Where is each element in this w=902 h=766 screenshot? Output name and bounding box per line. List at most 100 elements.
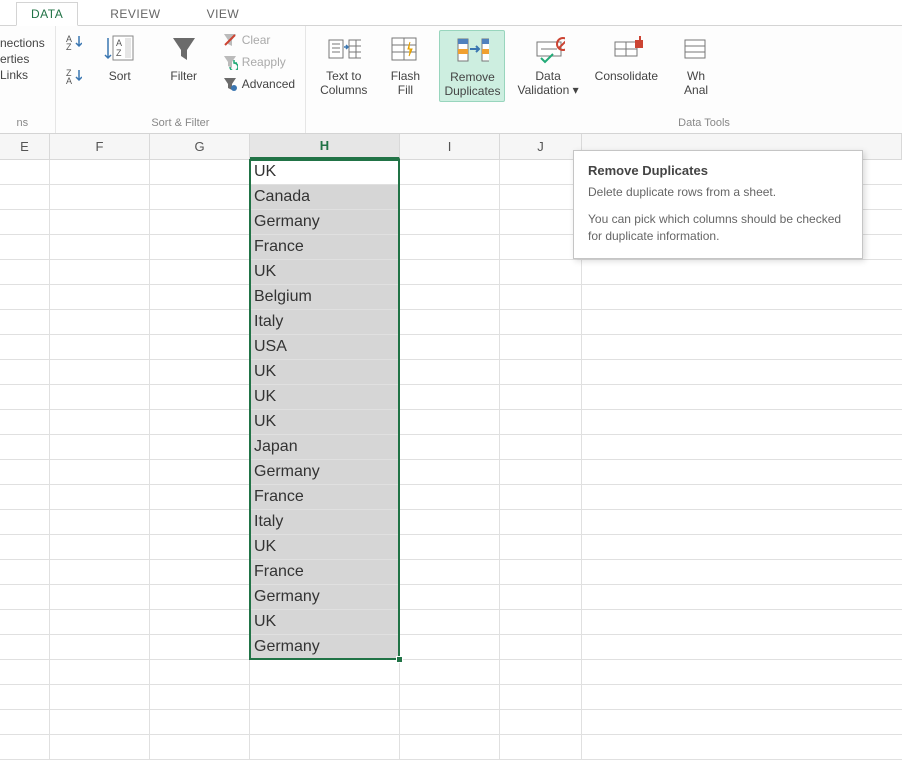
- cell-E-21[interactable]: [0, 660, 50, 685]
- cell-H-15[interactable]: Italy: [250, 510, 400, 535]
- cell-G-12[interactable]: [150, 435, 250, 460]
- cell-F-18[interactable]: [50, 585, 150, 610]
- cell-J-18[interactable]: [500, 585, 582, 610]
- cell-G-13[interactable]: [150, 460, 250, 485]
- cell-J-15[interactable]: [500, 510, 582, 535]
- cell-H-18[interactable]: Germany: [250, 585, 400, 610]
- cell-I-1[interactable]: [400, 160, 500, 185]
- cell-E-13[interactable]: [0, 460, 50, 485]
- cell-E-6[interactable]: [0, 285, 50, 310]
- cell-G-17[interactable]: [150, 560, 250, 585]
- cell-G-6[interactable]: [150, 285, 250, 310]
- cell-J-10[interactable]: [500, 385, 582, 410]
- tab-review[interactable]: REVIEW: [96, 3, 174, 25]
- cell-I-22[interactable]: [400, 685, 500, 710]
- cell-F-21[interactable]: [50, 660, 150, 685]
- edit-links-label[interactable]: Links: [0, 68, 45, 82]
- cell-G-24[interactable]: [150, 735, 250, 760]
- cell-J-20[interactable]: [500, 635, 582, 660]
- column-header-H[interactable]: H: [250, 134, 400, 159]
- cell-E-17[interactable]: [0, 560, 50, 585]
- clear-filter-button[interactable]: Clear: [222, 32, 295, 48]
- cell-F-10[interactable]: [50, 385, 150, 410]
- cell-F-7[interactable]: [50, 310, 150, 335]
- cell-F-17[interactable]: [50, 560, 150, 585]
- cell-E-22[interactable]: [0, 685, 50, 710]
- cell-J-3[interactable]: [500, 210, 582, 235]
- cell-H-22[interactable]: [250, 685, 400, 710]
- cell-E-5[interactable]: [0, 260, 50, 285]
- cell-J-6[interactable]: [500, 285, 582, 310]
- cell-I-4[interactable]: [400, 235, 500, 260]
- column-header-I[interactable]: I: [400, 134, 500, 159]
- cell-J-2[interactable]: [500, 185, 582, 210]
- cell-E-15[interactable]: [0, 510, 50, 535]
- cell-J-14[interactable]: [500, 485, 582, 510]
- cell-I-23[interactable]: [400, 710, 500, 735]
- cell-J-1[interactable]: [500, 160, 582, 185]
- cell-E-19[interactable]: [0, 610, 50, 635]
- filter-button[interactable]: Filter: [158, 30, 210, 86]
- cell-G-3[interactable]: [150, 210, 250, 235]
- cell-F-9[interactable]: [50, 360, 150, 385]
- cell-F-22[interactable]: [50, 685, 150, 710]
- cell-J-8[interactable]: [500, 335, 582, 360]
- cell-E-11[interactable]: [0, 410, 50, 435]
- cell-H-6[interactable]: Belgium: [250, 285, 400, 310]
- cell-I-18[interactable]: [400, 585, 500, 610]
- cell-I-9[interactable]: [400, 360, 500, 385]
- data-validation-button[interactable]: Data Validation ▾: [513, 30, 582, 100]
- cell-J-7[interactable]: [500, 310, 582, 335]
- cell-J-9[interactable]: [500, 360, 582, 385]
- cell-H-9[interactable]: UK: [250, 360, 400, 385]
- cell-E-23[interactable]: [0, 710, 50, 735]
- cell-H-1[interactable]: UK: [250, 160, 400, 185]
- tab-view[interactable]: VIEW: [193, 3, 254, 25]
- cell-H-2[interactable]: Canada: [250, 185, 400, 210]
- cell-I-14[interactable]: [400, 485, 500, 510]
- cell-H-3[interactable]: Germany: [250, 210, 400, 235]
- cell-J-17[interactable]: [500, 560, 582, 585]
- cell-H-7[interactable]: Italy: [250, 310, 400, 335]
- cell-E-3[interactable]: [0, 210, 50, 235]
- cell-J-12[interactable]: [500, 435, 582, 460]
- cell-E-8[interactable]: [0, 335, 50, 360]
- cell-G-8[interactable]: [150, 335, 250, 360]
- cell-G-14[interactable]: [150, 485, 250, 510]
- cell-J-22[interactable]: [500, 685, 582, 710]
- cell-G-5[interactable]: [150, 260, 250, 285]
- cell-F-6[interactable]: [50, 285, 150, 310]
- cell-I-11[interactable]: [400, 410, 500, 435]
- cell-H-10[interactable]: UK: [250, 385, 400, 410]
- cell-I-8[interactable]: [400, 335, 500, 360]
- cell-F-3[interactable]: [50, 210, 150, 235]
- cell-E-4[interactable]: [0, 235, 50, 260]
- cell-I-10[interactable]: [400, 385, 500, 410]
- cell-G-4[interactable]: [150, 235, 250, 260]
- cell-F-20[interactable]: [50, 635, 150, 660]
- cell-F-23[interactable]: [50, 710, 150, 735]
- cell-J-11[interactable]: [500, 410, 582, 435]
- cell-G-22[interactable]: [150, 685, 250, 710]
- cell-G-16[interactable]: [150, 535, 250, 560]
- cell-I-7[interactable]: [400, 310, 500, 335]
- cell-J-5[interactable]: [500, 260, 582, 285]
- cell-H-21[interactable]: [250, 660, 400, 685]
- properties-label[interactable]: erties: [0, 52, 45, 66]
- cell-I-12[interactable]: [400, 435, 500, 460]
- cell-G-20[interactable]: [150, 635, 250, 660]
- cell-F-8[interactable]: [50, 335, 150, 360]
- cell-F-1[interactable]: [50, 160, 150, 185]
- cell-E-12[interactable]: [0, 435, 50, 460]
- sort-button[interactable]: AZ Sort: [94, 30, 146, 86]
- cell-H-13[interactable]: Germany: [250, 460, 400, 485]
- cell-E-7[interactable]: [0, 310, 50, 335]
- cell-H-20[interactable]: Germany: [250, 635, 400, 660]
- cell-F-4[interactable]: [50, 235, 150, 260]
- cell-H-12[interactable]: Japan: [250, 435, 400, 460]
- cell-F-13[interactable]: [50, 460, 150, 485]
- cell-I-3[interactable]: [400, 210, 500, 235]
- text-to-columns-button[interactable]: Text to Columns: [316, 30, 371, 100]
- cell-G-1[interactable]: [150, 160, 250, 185]
- cell-G-2[interactable]: [150, 185, 250, 210]
